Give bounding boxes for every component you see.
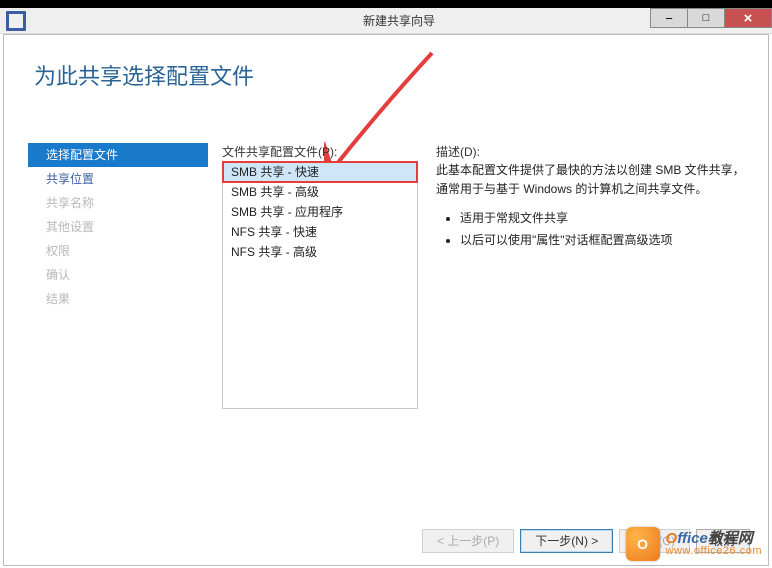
profile-item-smb-advanced[interactable]: SMB 共享 - 高级	[223, 182, 417, 202]
previous-button: < 上一步(P)	[422, 529, 514, 553]
next-button[interactable]: 下一步(N) >	[520, 529, 613, 553]
nav-step-permissions: 权限	[28, 239, 208, 263]
top-black-strip	[0, 0, 772, 8]
nav-step-result: 结果	[28, 287, 208, 311]
profile-item-smb-quick[interactable]: SMB 共享 - 快速	[223, 162, 417, 182]
description-bullet-2: 以后可以使用"属性"对话框配置高级选项	[460, 231, 748, 250]
nav-step-select-profile[interactable]: 选择配置文件	[28, 143, 208, 167]
page-title: 为此共享选择配置文件	[34, 59, 254, 91]
description-label: 描述(D):	[436, 143, 480, 160]
profile-item-smb-app[interactable]: SMB 共享 - 应用程序	[223, 202, 417, 222]
maximize-button[interactable]	[687, 8, 725, 28]
annotation-arrow	[324, 45, 444, 175]
nav-step-share-name: 共享名称	[28, 191, 208, 215]
wizard-footer: < 上一步(P) 下一步(N) > 创建(C) 取消	[4, 523, 768, 557]
wizard-client-area: 为此共享选择配置文件 选择配置文件 共享位置 共享名称 其他设置 权限 确认 结…	[3, 34, 769, 566]
create-button: 创建(C)	[619, 529, 690, 553]
title-bar: 新建共享向导	[0, 8, 772, 34]
nav-step-confirm: 确认	[28, 263, 208, 287]
description-text: 此基本配置文件提供了最快的方法以创建 SMB 文件共享，通常用于与基于 Wind…	[436, 161, 748, 199]
profile-list-label: 文件共享配置文件(P):	[222, 143, 337, 160]
nav-step-other-settings: 其他设置	[28, 215, 208, 239]
window-controls	[651, 8, 772, 33]
cancel-button[interactable]: 取消	[696, 529, 750, 553]
description-box: 此基本配置文件提供了最快的方法以创建 SMB 文件共享，通常用于与基于 Wind…	[436, 161, 748, 252]
close-button[interactable]	[724, 8, 772, 28]
description-bullet-1: 适用于常规文件共享	[460, 209, 748, 228]
app-icon	[6, 11, 26, 31]
wizard-nav: 选择配置文件 共享位置 共享名称 其他设置 权限 确认 结果	[28, 143, 208, 311]
profile-list[interactable]: SMB 共享 - 快速 SMB 共享 - 高级 SMB 共享 - 应用程序 NF…	[222, 161, 418, 409]
profile-item-nfs-quick[interactable]: NFS 共享 - 快速	[223, 222, 417, 242]
minimize-button[interactable]	[650, 8, 688, 28]
profile-item-nfs-advanced[interactable]: NFS 共享 - 高级	[223, 242, 417, 262]
nav-step-share-location[interactable]: 共享位置	[28, 167, 208, 191]
